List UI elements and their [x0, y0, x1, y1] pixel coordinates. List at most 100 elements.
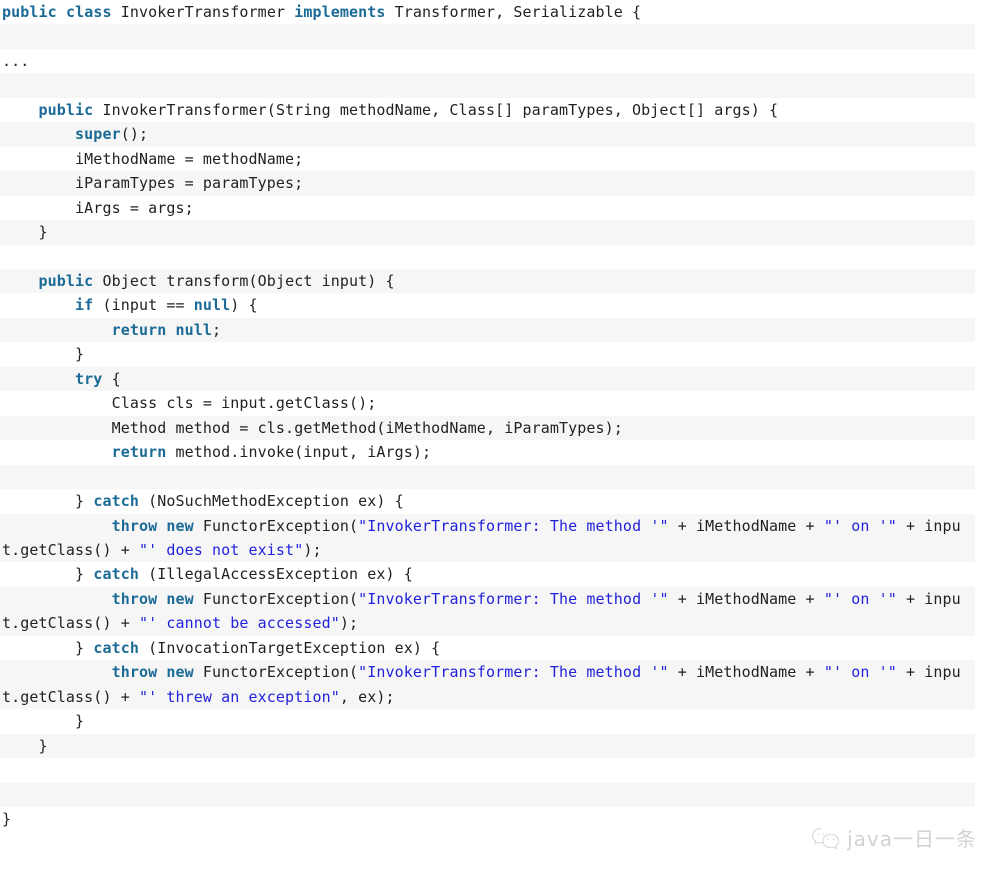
code-line: if (input == null) {: [0, 293, 975, 318]
code-token-kw: catch: [93, 638, 139, 657]
code-line: }: [0, 806, 975, 832]
code-token-txt: iMethodName = methodName;: [2, 149, 304, 168]
code-token-kw: public: [38, 271, 94, 290]
code-token-txt: (NoSuchMethodException ex) {: [138, 492, 404, 511]
code-token-kw: new: [166, 589, 194, 608]
code-token-txt: }: [2, 565, 94, 584]
code-line: return null;: [0, 317, 975, 343]
code-token-txt: ();: [120, 125, 149, 144]
code-token-txt: }: [2, 809, 12, 828]
code-token-txt: FunctorException(: [193, 589, 359, 608]
code-line: public class InvokerTransformer implemen…: [0, 0, 975, 25]
code-line: public InvokerTransformer(String methodN…: [0, 97, 975, 123]
code-token-str: "' cannot be accessed": [138, 614, 340, 633]
code-token-txt: {: [102, 369, 121, 388]
code-line: }: [0, 733, 975, 759]
code-block: public class InvokerTransformer implemen…: [0, 0, 991, 886]
code-line: throw new FunctorException("InvokerTrans…: [0, 660, 975, 710]
code-line: [0, 73, 975, 98]
code-token-kw: null: [175, 320, 213, 339]
code-token-txt: }: [2, 223, 48, 242]
code-lines-container: public class InvokerTransformer implemen…: [0, 0, 991, 832]
code-line: } catch (IllegalAccessException ex) {: [0, 562, 975, 587]
code-token-txt: ) {: [230, 296, 258, 315]
code-line: Method method = cls.getMethod(iMethodNam…: [0, 415, 975, 441]
code-token-kw: new: [166, 663, 194, 682]
code-token-txt: }: [2, 492, 94, 511]
code-token-kw: catch: [93, 492, 139, 511]
code-token-kw: public: [2, 3, 57, 21]
code-line: try {: [0, 366, 975, 392]
code-token-txt: );: [303, 540, 322, 559]
code-token-str: "InvokerTransformer: The method '": [358, 589, 669, 608]
code-token-txt: + iMethodName +: [668, 589, 824, 608]
code-line: iArgs = args;: [0, 195, 975, 221]
code-line: [0, 244, 975, 269]
code-token-txt: );: [339, 614, 359, 633]
code-token-txt: , ex);: [339, 687, 395, 706]
code-token-txt: Object transform(Object input) {: [93, 271, 395, 290]
code-token-kw: null: [193, 296, 231, 315]
code-token-txt: }: [2, 712, 85, 731]
code-token-kw: super: [75, 125, 121, 144]
code-token-txt: }: [2, 736, 48, 755]
code-line: }: [0, 709, 975, 734]
watermark-text: java一日一条: [847, 827, 977, 851]
code-token-txt: }: [2, 345, 85, 364]
code-token-txt: method.invoke(input, iArgs);: [166, 443, 432, 462]
code-token-kw: return: [111, 320, 167, 339]
code-token-txt: InvokerTransformer: [111, 3, 295, 21]
code-token-kw: new: [166, 516, 194, 535]
code-token-txt: (InvocationTargetException ex) {: [138, 638, 441, 657]
code-token-txt: iParamTypes = paramTypes;: [2, 174, 304, 193]
code-line: [0, 464, 975, 490]
code-line: [0, 24, 975, 49]
code-token-str: "' does not exist": [138, 540, 304, 559]
code-token-kw: catch: [93, 565, 139, 584]
code-token-kw: if: [75, 296, 94, 315]
code-token-kw: throw: [111, 516, 158, 535]
code-token-str: "' threw an exception": [138, 687, 340, 706]
code-token-txt: Method method = cls.getMethod(iMethodNam…: [2, 418, 623, 437]
code-token-txt: iArgs = args;: [2, 198, 194, 217]
code-token-kw: throw: [111, 589, 158, 608]
code-line: iMethodName = methodName;: [0, 146, 975, 172]
code-line: [0, 758, 975, 783]
code-token-kw: throw: [111, 663, 158, 682]
code-token-txt: ...: [2, 51, 30, 70]
code-token-kw: class: [65, 3, 112, 21]
code-token-kw: return: [111, 443, 167, 462]
code-token-kw: try: [75, 369, 103, 388]
code-token-str: "InvokerTransformer: The method '": [358, 663, 669, 682]
code-line: throw new FunctorException("InvokerTrans…: [0, 513, 975, 563]
code-token-txt: (input ==: [93, 296, 194, 315]
code-token-txt: InvokerTransformer(String methodName, Cl…: [93, 100, 779, 119]
code-token-txt: Transformer, Serializable {: [385, 3, 642, 21]
code-line: Class cls = input.getClass();: [0, 391, 975, 416]
code-line: public Object transform(Object input) {: [0, 268, 975, 294]
code-token-str: "' on '": [823, 663, 897, 682]
code-line: throw new FunctorException("InvokerTrans…: [0, 586, 975, 636]
code-line: } catch (InvocationTargetException ex) {: [0, 635, 975, 661]
code-token-str: "InvokerTransformer: The method '": [358, 516, 669, 535]
code-line: [0, 782, 975, 807]
code-line: }: [0, 220, 975, 245]
code-token-txt: + iMethodName +: [668, 663, 824, 682]
code-line: }: [0, 342, 975, 367]
code-token-kw: public: [38, 100, 94, 119]
code-token-txt: (IllegalAccessException ex) {: [138, 565, 413, 584]
code-token-txt: FunctorException(: [193, 663, 359, 682]
